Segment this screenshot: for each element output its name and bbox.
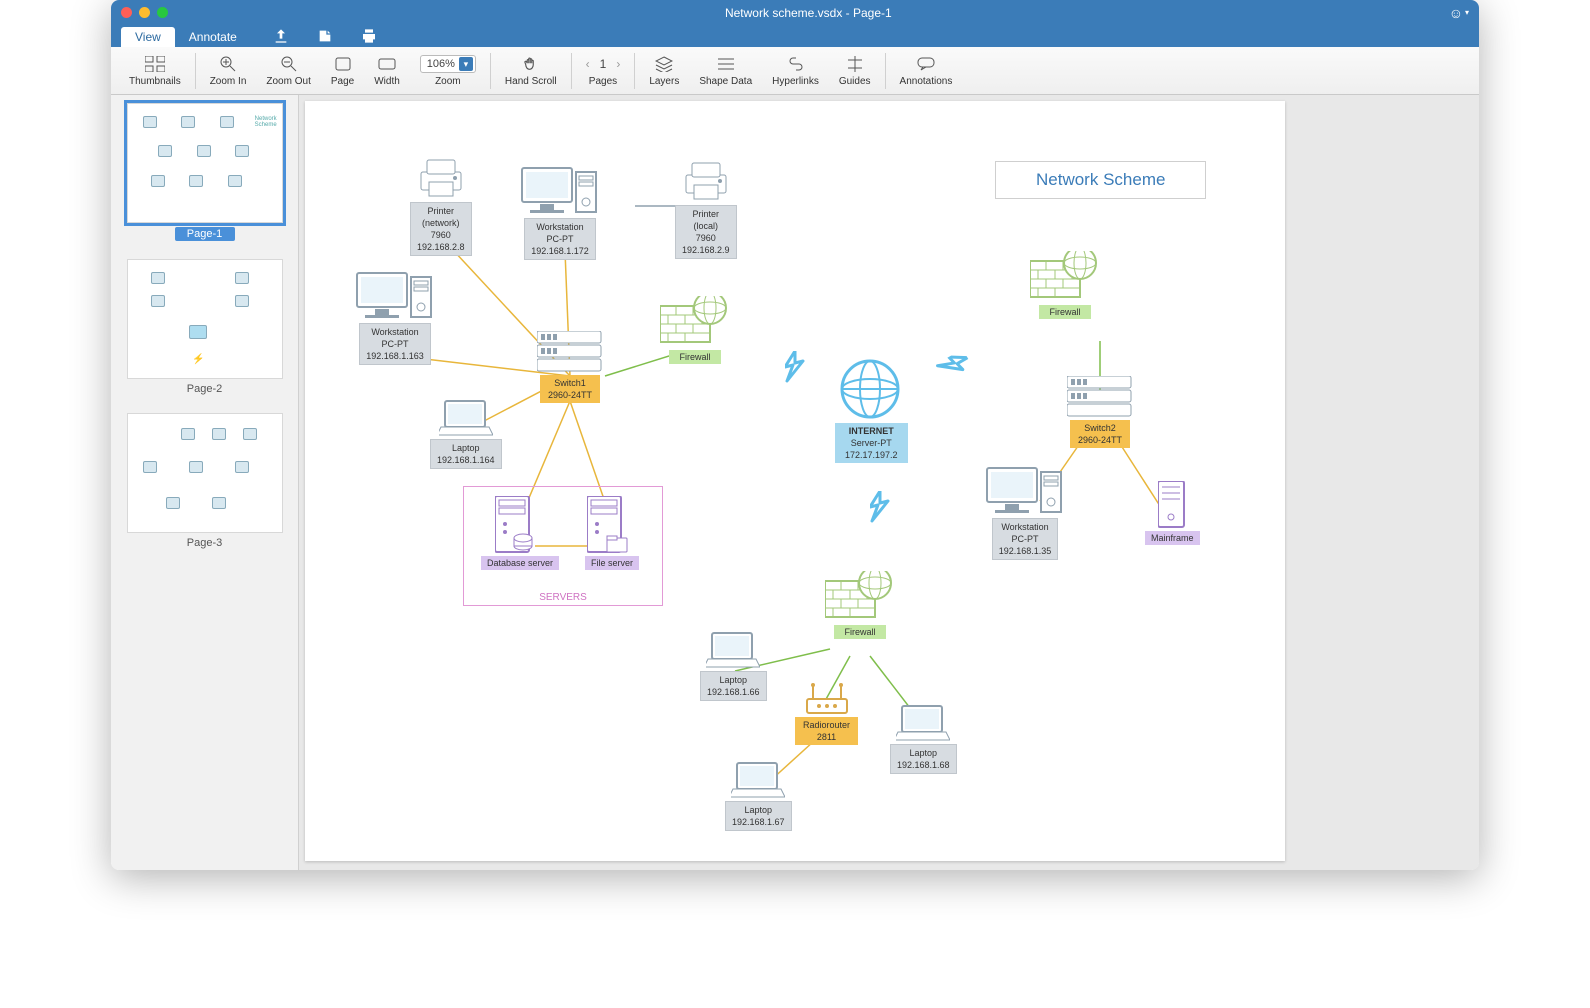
titlebar: Network scheme.vsdx - Page-1 ☺▾ xyxy=(111,0,1479,25)
zoom-dropdown-icon[interactable]: ▾ xyxy=(459,57,473,71)
zoom-in-button[interactable]: Zoom In xyxy=(200,47,257,94)
shape-data-button[interactable]: Shape Data xyxy=(689,47,762,94)
diagram-canvas[interactable]: Network Scheme xyxy=(305,101,1285,861)
node-laptop-1[interactable]: Laptop192.168.1.164 xyxy=(430,399,502,469)
thumbnail-label: Page-2 xyxy=(119,383,290,395)
diagram-title[interactable]: Network Scheme xyxy=(995,161,1206,199)
node-printer-network[interactable]: Printer(network)7960192.168.2.8 xyxy=(410,156,472,256)
tab-annotate[interactable]: Annotate xyxy=(175,27,251,47)
node-radiorouter[interactable]: Radiorouter2811 xyxy=(795,681,858,745)
thumbnail-page-1[interactable]: Network Scheme xyxy=(127,103,283,223)
print-icon[interactable] xyxy=(361,28,377,44)
node-workstation-2[interactable]: WorkstationPC-PT192.168.1.163 xyxy=(355,271,435,365)
window-title: Network scheme.vsdx - Page-1 xyxy=(168,6,1449,20)
next-page-button[interactable]: › xyxy=(616,57,620,71)
annotations-button[interactable]: Annotations xyxy=(890,47,963,94)
node-mainframe[interactable]: Mainframe xyxy=(1145,481,1200,545)
pages-nav: ‹ 1 › Pages xyxy=(576,47,631,94)
minimize-window-button[interactable] xyxy=(139,7,150,18)
node-file-server[interactable]: File server xyxy=(585,496,639,570)
node-laptop-4[interactable]: Laptop192.168.1.67 xyxy=(725,761,792,831)
thumbnail-label: Page-1 xyxy=(175,227,235,241)
node-workstation-3[interactable]: WorkstationPC-PT192.168.1.35 xyxy=(985,466,1065,560)
node-laptop-3[interactable]: Laptop192.168.1.68 xyxy=(890,704,957,774)
thumbnails-sidebar: Network Scheme Page-1 ⚡ Page-2 Page-3 xyxy=(111,95,299,870)
export-image-icon[interactable] xyxy=(317,28,333,44)
thumbnail-page-3[interactable] xyxy=(127,413,283,533)
thumbnail-label: Page-3 xyxy=(119,537,290,549)
node-workstation-1[interactable]: WorkstationPC-PT192.168.1.172 xyxy=(520,166,600,260)
toolbar: Thumbnails Zoom In Zoom Out Page Width 1… xyxy=(111,47,1479,95)
zoom-page-button[interactable]: Page xyxy=(321,47,364,94)
smiley-menu[interactable]: ☺▾ xyxy=(1449,5,1469,21)
zoom-select[interactable]: 106%▾ Zoom xyxy=(410,47,486,94)
node-printer-local[interactable]: Printer(local)7960192.168.2.9 xyxy=(675,159,737,259)
node-switch-1[interactable]: Switch12960-24TT xyxy=(537,331,603,403)
hyperlinks-button[interactable]: Hyperlinks xyxy=(762,47,829,94)
lightning-icon xyxy=(785,351,811,388)
canvas-viewport[interactable]: Network Scheme xyxy=(299,95,1479,870)
maximize-window-button[interactable] xyxy=(157,7,168,18)
current-page: 1 xyxy=(600,57,607,71)
node-internet[interactable]: INTERNETServer-PT172.17.197.2 xyxy=(835,359,908,463)
node-switch-2[interactable]: Switch22960-24TT xyxy=(1067,376,1133,448)
export-pdf-icon[interactable] xyxy=(273,28,289,44)
hand-scroll-button[interactable]: Hand Scroll xyxy=(495,47,567,94)
node-laptop-2[interactable]: Laptop192.168.1.66 xyxy=(700,631,767,701)
node-firewall-1[interactable]: Firewall xyxy=(660,296,730,364)
tab-view[interactable]: View xyxy=(121,27,175,47)
thumbnails-button[interactable]: Thumbnails xyxy=(119,47,191,94)
node-firewall-3[interactable]: Firewall xyxy=(825,571,895,639)
thumbnail-page-2[interactable]: ⚡ xyxy=(127,259,283,379)
zoom-out-button[interactable]: Zoom Out xyxy=(256,47,320,94)
layers-button[interactable]: Layers xyxy=(639,47,689,94)
node-database-server[interactable]: Database server xyxy=(481,496,559,570)
node-firewall-2[interactable]: Firewall xyxy=(1030,251,1100,319)
lightning-icon xyxy=(930,349,975,390)
zoom-width-button[interactable]: Width xyxy=(364,47,410,94)
tab-row: View Annotate xyxy=(111,25,1479,47)
guides-button[interactable]: Guides xyxy=(829,47,881,94)
close-window-button[interactable] xyxy=(121,7,132,18)
prev-page-button[interactable]: ‹ xyxy=(586,57,590,71)
lightning-icon xyxy=(870,491,896,528)
